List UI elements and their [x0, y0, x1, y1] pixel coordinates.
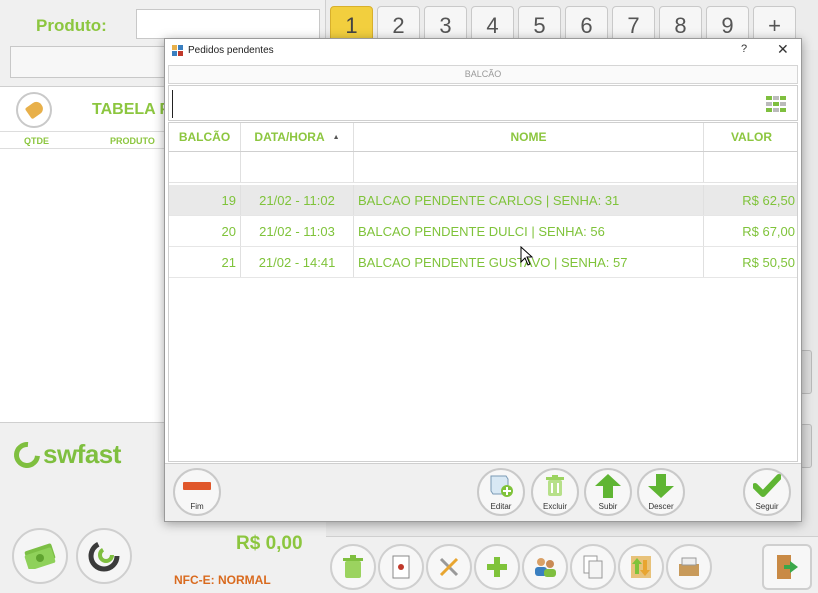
- cash-button[interactable]: [12, 528, 68, 584]
- tools-icon: [439, 557, 459, 577]
- document-icon: [392, 555, 410, 579]
- table-row[interactable]: 21 21/02 - 14:41 BALCAO PENDENTE GUSTAVO…: [169, 247, 797, 278]
- section-label: BALCÃO: [168, 65, 798, 84]
- editar-button[interactable]: Editar: [477, 468, 525, 516]
- document-button[interactable]: [378, 544, 424, 590]
- cell-valor: R$ 62,50: [742, 192, 795, 208]
- swirl-icon: [88, 540, 120, 572]
- swfast-logo-icon: [8, 436, 46, 473]
- minus-icon: [183, 482, 211, 490]
- filter-data-hora[interactable]: [241, 152, 354, 182]
- seguir-button[interactable]: Seguir: [743, 468, 791, 516]
- tabela-title: TABELA P: [92, 101, 171, 118]
- arrow-down-icon: [648, 474, 674, 498]
- transfer-button[interactable]: [618, 544, 664, 590]
- cell-valor: R$ 67,00: [742, 223, 795, 239]
- fim-label: Fim: [190, 502, 204, 511]
- subir-label: Subir: [598, 502, 618, 511]
- subir-button[interactable]: Subir: [584, 468, 632, 516]
- descer-label: Descer: [648, 502, 674, 511]
- dialog-title: Pedidos pendentes: [188, 45, 274, 56]
- bottom-toolbar: [326, 536, 818, 593]
- exit-button[interactable]: [762, 544, 812, 590]
- orders-table: BALCÃO DATA/HORA ▲ NOME VALOR 19 21/02 - …: [168, 122, 798, 462]
- payment-button[interactable]: [76, 528, 132, 584]
- add-button[interactable]: [474, 544, 520, 590]
- checkmark-icon: [753, 474, 781, 497]
- arrow-up-icon: [595, 474, 621, 498]
- pending-orders-dialog: Pedidos pendentes ? ✕ BALCÃO BALCÃO DATA…: [164, 38, 802, 522]
- plus-icon: [487, 557, 507, 577]
- up-down-arrows-icon: [631, 556, 651, 578]
- exit-door-icon: [777, 555, 798, 579]
- edit-document-icon: [490, 475, 513, 497]
- trash-button[interactable]: [330, 544, 376, 590]
- nfce-status: NFC-E: NORMAL: [174, 573, 271, 587]
- help-button[interactable]: ?: [741, 43, 747, 55]
- filter-valor[interactable]: [704, 152, 797, 182]
- editar-label: Editar: [490, 502, 512, 511]
- produto-label: Produto:: [36, 16, 107, 35]
- money-icon: [24, 543, 56, 569]
- cashier-button[interactable]: [666, 544, 712, 590]
- logo-text: swfast: [43, 439, 121, 469]
- cell-balcao: 19: [169, 185, 241, 215]
- window-app-icon: [172, 45, 183, 56]
- cart-col-qtde: QTDE: [24, 136, 50, 146]
- mouse-cursor-icon: [520, 246, 534, 266]
- cash-register-icon: [679, 557, 699, 576]
- dialog-titlebar: Pedidos pendentes ? ✕: [165, 39, 801, 63]
- filter-nome[interactable]: [354, 152, 704, 182]
- cell-valor: R$ 50,50: [742, 254, 795, 270]
- cell-balcao: 20: [169, 216, 241, 246]
- search-row: [168, 85, 798, 121]
- excluir-button[interactable]: Excluir: [531, 468, 579, 516]
- cell-data-hora: 21/02 - 14:41: [241, 247, 354, 277]
- dialog-footer: Fim Editar Excluir Subir Descer Seguir: [165, 463, 801, 521]
- filter-balcao[interactable]: [169, 152, 241, 182]
- cell-nome: BALCAO PENDENTE CARLOS | SENHA: 31: [354, 185, 704, 215]
- cell-data-hora: 21/02 - 11:03: [241, 216, 354, 246]
- customers-button[interactable]: [522, 544, 568, 590]
- fim-button[interactable]: Fim: [173, 468, 221, 516]
- copy-button[interactable]: [570, 544, 616, 590]
- tools-button[interactable]: [426, 544, 472, 590]
- table-row[interactable]: 19 21/02 - 11:02 BALCAO PENDENTE CARLOS …: [169, 185, 797, 216]
- col-data-hora-label: DATA/HORA: [254, 130, 325, 144]
- total-value: R$ 0,00: [236, 533, 303, 554]
- col-nome[interactable]: NOME: [354, 123, 704, 151]
- trash-icon: [546, 475, 564, 496]
- grid-options-icon[interactable]: [765, 95, 787, 113]
- descer-button[interactable]: Descer: [637, 468, 685, 516]
- trash-icon: [343, 555, 363, 578]
- price-tag-icon[interactable]: [16, 92, 52, 128]
- copy-icon: [583, 555, 603, 579]
- table-row[interactable]: 20 21/02 - 11:03 BALCAO PENDENTE DULCI |…: [169, 216, 797, 247]
- excluir-label: Excluir: [542, 502, 567, 511]
- table-header: BALCÃO DATA/HORA ▲ NOME VALOR: [169, 123, 797, 152]
- col-data-hora[interactable]: DATA/HORA ▲: [241, 123, 354, 151]
- cart-col-produto: PRODUTO: [110, 136, 155, 146]
- sort-ascending-icon: ▲: [332, 133, 340, 141]
- filter-row[interactable]: [169, 152, 797, 183]
- cell-nome: BALCAO PENDENTE DULCI | SENHA: 56: [354, 216, 704, 246]
- col-valor[interactable]: VALOR: [704, 123, 797, 151]
- close-button[interactable]: ✕: [777, 41, 789, 58]
- users-icon: [535, 558, 556, 577]
- produto-input[interactable]: [136, 9, 320, 39]
- seguir-label: Seguir: [755, 502, 779, 511]
- cell-balcao: 21: [169, 247, 241, 277]
- swfast-logo: swfast: [8, 436, 121, 473]
- search-input[interactable]: [172, 90, 752, 118]
- cell-data-hora: 21/02 - 11:02: [241, 185, 354, 215]
- col-balcao[interactable]: BALCÃO: [169, 123, 241, 151]
